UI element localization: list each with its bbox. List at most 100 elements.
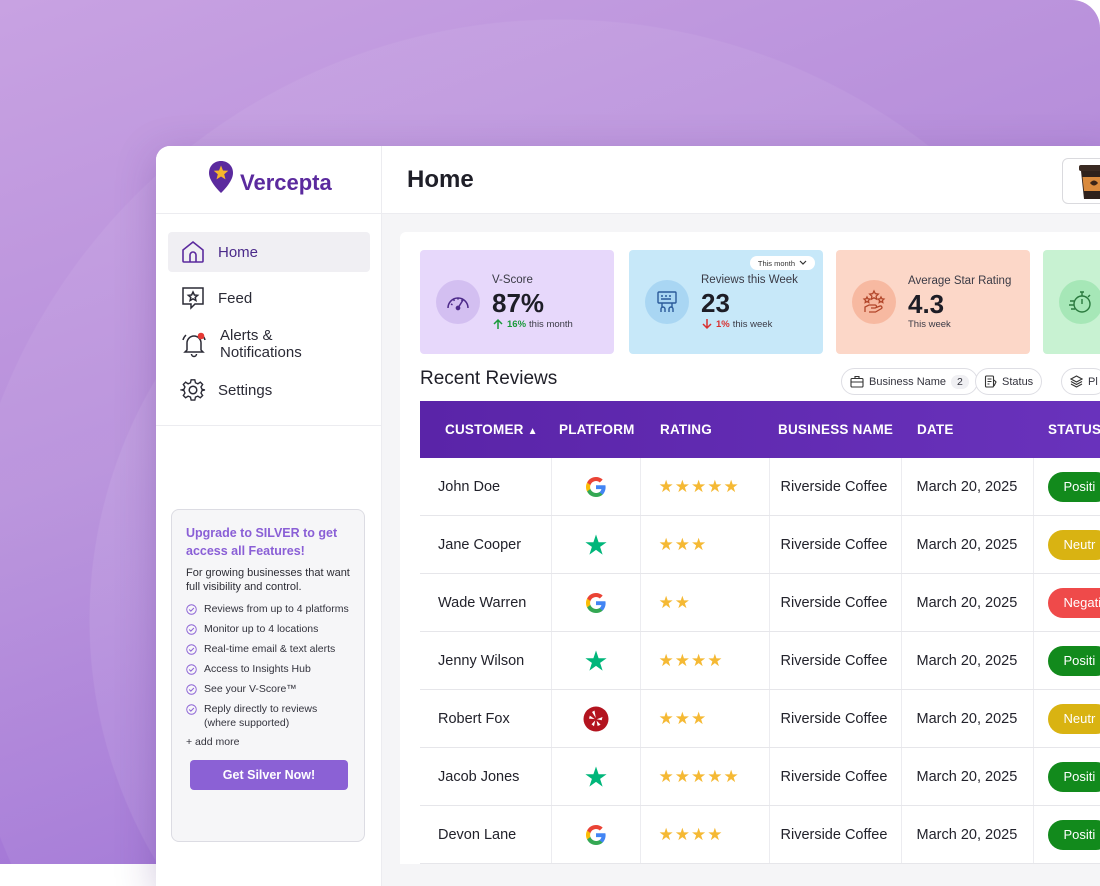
cell-business-name: Riverside Coffee (769, 574, 901, 632)
column-header-rating[interactable]: RATING (640, 401, 769, 458)
review-board-icon (645, 280, 689, 324)
cell-business-name: Riverside Coffee (769, 458, 901, 516)
star-rating: ★★★ (659, 535, 708, 554)
sidebar: Vercepta Home Feed (156, 146, 382, 886)
logo[interactable]: Vercepta (208, 160, 332, 194)
sidebar-nav: Home Feed Alerts & Notifications (168, 232, 370, 416)
column-header-date[interactable]: DATE (901, 401, 1033, 458)
stat-change: 1% this week (701, 318, 798, 330)
period-dropdown[interactable]: This month (750, 256, 815, 270)
cell-status: Positi (1033, 632, 1100, 690)
sidebar-item-label: Alerts & Notifications (220, 327, 358, 361)
status-badge[interactable]: Neutr (1048, 530, 1100, 560)
avatar[interactable] (1062, 158, 1100, 204)
cell-date: March 20, 2025 (901, 458, 1033, 516)
cell-business-name: Riverside Coffee (769, 690, 901, 748)
trustpilot-star-icon (584, 765, 608, 789)
filter-status[interactable]: Status (975, 368, 1042, 395)
filter-platform[interactable]: Pl (1061, 368, 1100, 395)
status-badge[interactable]: Negati (1048, 588, 1100, 618)
cell-platform (551, 632, 640, 690)
list-item: See your V-Score™ (186, 682, 350, 696)
star-rating: ★★★ (659, 709, 708, 728)
upgrade-description: For growing businesses that want full vi… (186, 566, 350, 594)
sidebar-item-label: Feed (218, 290, 252, 307)
upgrade-feature-list: Reviews from up to 4 platforms Monitor u… (186, 602, 350, 730)
cell-platform (551, 458, 640, 516)
star-rating: ★★★★ (659, 651, 724, 670)
column-header-customer[interactable]: CUSTOMER ▲︎ (420, 401, 551, 458)
check-circle-icon (186, 664, 197, 675)
stat-card-response-time[interactable] (1043, 250, 1100, 354)
sidebar-item-label: Settings (218, 382, 272, 399)
cell-business-name: Riverside Coffee (769, 516, 901, 574)
cell-status: Positi (1033, 458, 1100, 516)
sidebar-divider (156, 425, 381, 426)
table-row[interactable]: Devon Lane★★★★Riverside CoffeeMarch 20, … (420, 806, 1100, 864)
feed-icon (180, 285, 206, 311)
list-item: Access to Insights Hub (186, 662, 350, 676)
stat-label: V-Score (492, 274, 573, 286)
cell-rating: ★★★ (640, 516, 769, 574)
trustpilot-star-icon (584, 533, 608, 557)
check-circle-icon (186, 604, 197, 615)
stat-card-reviews-week[interactable]: This month Reviews this Week 23 1% this … (629, 250, 823, 354)
cell-platform (551, 516, 640, 574)
column-header-business-name[interactable]: BUSINESS NAME (769, 401, 901, 458)
cell-date: March 20, 2025 (901, 574, 1033, 632)
status-badge[interactable]: Positi (1048, 820, 1100, 850)
arrow-up-icon (492, 318, 504, 330)
status-badge[interactable]: Neutr (1048, 704, 1100, 734)
table-row[interactable]: Jacob Jones★★★★★Riverside CoffeeMarch 20… (420, 748, 1100, 806)
sort-icon: ▲︎ (528, 426, 538, 437)
google-icon (584, 591, 608, 615)
column-header-platform[interactable]: PLATFORM (551, 401, 640, 458)
cell-rating: ★★★★ (640, 806, 769, 864)
sidebar-item-settings[interactable]: Settings (168, 370, 370, 410)
status-badge[interactable]: Positi (1048, 646, 1100, 676)
table-row[interactable]: Robert Fox★★★Riverside CoffeeMarch 20, 2… (420, 690, 1100, 748)
google-icon (584, 475, 608, 499)
cell-business-name: Riverside Coffee (769, 632, 901, 690)
cell-rating: ★★★ (640, 690, 769, 748)
column-header-status[interactable]: STATUS (1033, 401, 1100, 458)
status-icon (984, 375, 997, 388)
cell-date: March 20, 2025 (901, 632, 1033, 690)
cell-business-name: Riverside Coffee (769, 806, 901, 864)
cell-platform (551, 806, 640, 864)
filter-business-name[interactable]: Business Name 2 (841, 368, 978, 395)
table-row[interactable]: Jenny Wilson ★★★★ Riverside CoffeeMarch 20… (420, 632, 1100, 690)
cell-date: March 20, 2025 (901, 690, 1033, 748)
table-row[interactable]: John Doe★★★★★Riverside CoffeeMarch 20, 2… (420, 458, 1100, 516)
coffee-cup-icon (1063, 159, 1100, 203)
sidebar-divider (156, 213, 381, 214)
sidebar-item-feed[interactable]: Feed (168, 278, 370, 318)
upgrade-more-link[interactable]: + add more (186, 736, 350, 748)
home-icon (180, 239, 206, 265)
stat-value: 23 (701, 288, 798, 318)
get-silver-button[interactable]: Get Silver Now! (190, 760, 348, 790)
status-badge[interactable]: Positi (1048, 472, 1100, 502)
location-pin-star-icon (208, 160, 234, 194)
filter-count: 2 (951, 375, 969, 389)
cell-customer: Devon Lane (420, 806, 551, 864)
stat-card-vscore[interactable]: V-Score 87% 16% this month (420, 250, 614, 354)
check-circle-icon (186, 704, 197, 715)
cell-date: March 20, 2025 (901, 748, 1033, 806)
stat-change: 16% this month (492, 318, 573, 330)
gear-icon (180, 377, 206, 403)
status-badge[interactable]: Positi (1048, 762, 1100, 792)
table-row[interactable]: Wade Warren★★Riverside CoffeeMarch 20, 2… (420, 574, 1100, 632)
star-rating: ★★★★ (659, 825, 724, 844)
list-item: Reply directly to reviews (where support… (186, 702, 350, 730)
cell-customer: John Doe (420, 458, 551, 516)
cell-status: Neutr (1033, 516, 1100, 574)
cell-customer: Jenny Wilson (420, 632, 551, 690)
trustpilot-star-icon (584, 649, 608, 673)
stat-card-average-rating[interactable]: Average Star Rating 4.3 This week (836, 250, 1030, 354)
sidebar-item-alerts[interactable]: Alerts & Notifications (168, 324, 370, 364)
check-circle-icon (186, 684, 197, 695)
check-circle-icon (186, 644, 197, 655)
table-row[interactable]: Jane Cooper★★★Riverside CoffeeMarch 20, … (420, 516, 1100, 574)
sidebar-item-home[interactable]: Home (168, 232, 370, 272)
